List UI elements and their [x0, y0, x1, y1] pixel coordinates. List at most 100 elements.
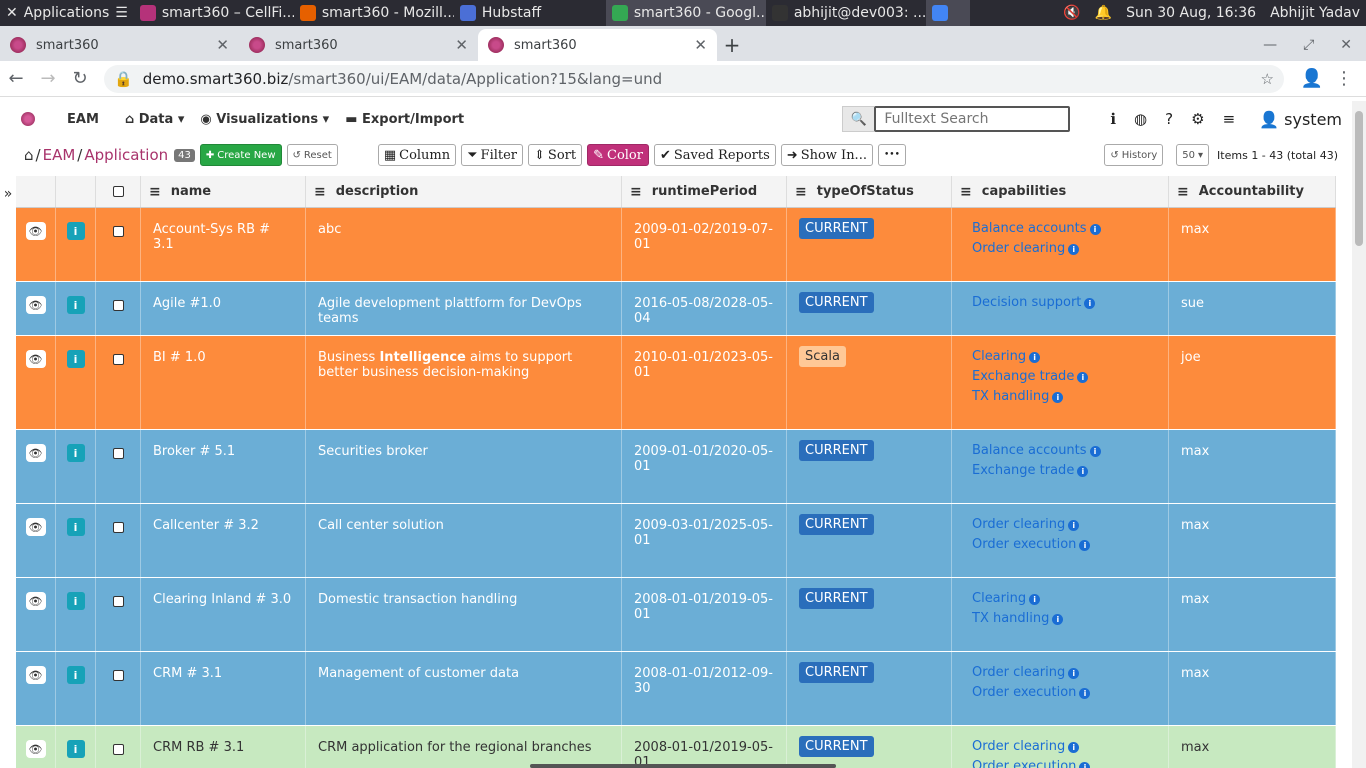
info-icon[interactable]: i: [1079, 762, 1091, 768]
capability-link[interactable]: Balance accounts i: [972, 219, 1156, 239]
fulltext-search-input[interactable]: [874, 106, 1071, 132]
nav-eam[interactable]: EAM: [67, 112, 99, 127]
tab-close-icon[interactable]: ✕: [455, 36, 468, 54]
bell-icon[interactable]: 🔔: [1095, 5, 1112, 21]
page-size-select[interactable]: 50 ▾: [1176, 144, 1210, 166]
column-menu-icon[interactable]: ≡: [630, 184, 642, 200]
column-menu-icon[interactable]: ≡: [960, 184, 972, 200]
capability-link[interactable]: Order clearing i: [972, 239, 1156, 259]
info-icon[interactable]: i: [1068, 668, 1080, 679]
capability-link[interactable]: Order clearing i: [972, 663, 1156, 683]
app-logo[interactable]: [21, 112, 35, 126]
name-cell[interactable]: Clearing Inland # 3.0: [141, 578, 306, 651]
info-icon[interactable]: i: [1079, 688, 1091, 699]
show-in-button[interactable]: ➜ Show In...: [780, 144, 873, 166]
header-status[interactable]: ≡ typeOfStatus: [787, 176, 952, 207]
forward-icon[interactable]: →: [32, 68, 64, 89]
info-icon[interactable]: i: [66, 222, 85, 240]
table-row[interactable]: 👁 i Broker # 5.1 Securities broker 2009-01-0…: [16, 430, 1336, 504]
info-icon[interactable]: i: [66, 740, 85, 758]
eye-icon[interactable]: 👁: [25, 518, 46, 536]
new-tab-button[interactable]: +: [717, 29, 747, 61]
tab-close-icon[interactable]: ✕: [694, 36, 707, 54]
header-description[interactable]: ≡ description: [306, 176, 622, 207]
help-icon[interactable]: ?: [1165, 110, 1173, 128]
table-row[interactable]: 👁 i CRM RB # 3.1 CRM application for the re…: [16, 726, 1336, 768]
applications-menu[interactable]: ✕ Applications ☰: [0, 0, 134, 26]
back-icon[interactable]: ←: [0, 68, 32, 89]
info-icon[interactable]: i: [66, 296, 85, 314]
menu-data[interactable]: ⌂ Data ▾: [125, 112, 184, 127]
header-name[interactable]: ≡ name: [141, 176, 306, 207]
taskbar-window[interactable]: abhijit@dev003: ...: [766, 0, 926, 26]
globe-icon[interactable]: ◍: [1134, 110, 1147, 128]
browser-tab[interactable]: smart360 ✕: [0, 29, 239, 61]
header-accountability[interactable]: ≡ Accountability: [1169, 176, 1336, 207]
capability-link[interactable]: Clearing i: [972, 589, 1156, 609]
capability-link[interactable]: Order clearing i: [972, 737, 1156, 757]
info-icon[interactable]: i: [66, 518, 85, 536]
info-icon[interactable]: i: [1068, 742, 1080, 753]
eye-icon[interactable]: 👁: [25, 740, 46, 758]
expand-panel-icon[interactable]: »: [0, 178, 16, 210]
info-icon[interactable]: i: [1068, 520, 1080, 531]
menu-export-import[interactable]: ▬ Export/Import: [345, 112, 464, 127]
filter-button[interactable]: ⏷ Filter: [461, 144, 524, 166]
crumb-eam[interactable]: EAM: [43, 146, 76, 164]
info-icon[interactable]: i: [1079, 540, 1091, 551]
vertical-scrollbar[interactable]: [1352, 101, 1366, 768]
table-row[interactable]: 👁 i Agile #1.0 Agile development plattform …: [16, 282, 1336, 336]
row-checkbox[interactable]: [112, 354, 124, 365]
taskbar-window[interactable]: Hubstaff: [454, 0, 604, 26]
column-menu-icon[interactable]: ≡: [314, 184, 326, 200]
close-window-icon[interactable]: ✕: [1340, 37, 1352, 53]
name-cell[interactable]: CRM # 3.1: [141, 652, 306, 725]
info-icon[interactable]: i: [1089, 446, 1101, 457]
column-button[interactable]: ▦ Column: [377, 144, 457, 166]
home-icon[interactable]: ⌂: [24, 146, 34, 164]
color-button[interactable]: ✎ Color: [587, 144, 649, 166]
sort-button[interactable]: ⇕ Sort: [528, 144, 583, 166]
info-icon[interactable]: i: [66, 666, 85, 684]
info-icon[interactable]: i: [66, 350, 85, 368]
eye-icon[interactable]: 👁: [25, 666, 46, 684]
column-menu-icon[interactable]: ≡: [795, 184, 807, 200]
horizontal-scrollbar[interactable]: [530, 764, 836, 768]
capability-link[interactable]: Order clearing i: [972, 515, 1156, 535]
info-icon[interactable]: i: [1029, 594, 1041, 605]
session-user[interactable]: Abhijit Yadav: [1270, 5, 1360, 21]
capability-link[interactable]: Exchange trade i: [972, 461, 1156, 481]
column-menu-icon[interactable]: ≡: [1177, 184, 1189, 200]
more-button[interactable]: •••: [877, 144, 906, 166]
name-cell[interactable]: Agile #1.0: [141, 282, 306, 335]
row-checkbox[interactable]: [112, 744, 124, 755]
select-all-checkbox[interactable]: [112, 186, 124, 197]
table-row[interactable]: 👁 i BI # 1.0 Business Intelligence aims to …: [16, 336, 1336, 430]
browser-menu-icon[interactable]: ⋮: [1328, 68, 1360, 89]
mute-icon[interactable]: 🔇: [1063, 5, 1080, 21]
eye-icon[interactable]: 👁: [25, 444, 46, 462]
row-checkbox[interactable]: [112, 448, 124, 459]
table-row[interactable]: 👁 i Callcenter # 3.2 Call center solution 20…: [16, 504, 1336, 578]
row-checkbox[interactable]: [112, 300, 124, 311]
capability-link[interactable]: TX handling i: [972, 387, 1156, 407]
bookmark-star-icon[interactable]: ☆: [1261, 70, 1274, 88]
row-checkbox[interactable]: [112, 522, 124, 533]
capability-link[interactable]: Order execution i: [972, 535, 1156, 555]
info-icon[interactable]: i: [1077, 372, 1089, 383]
header-select-all[interactable]: [96, 176, 141, 207]
taskbar-window[interactable]: smart360 - Googl...: [605, 0, 766, 26]
reload-icon[interactable]: ↻: [64, 68, 96, 89]
table-row[interactable]: 👁 i CRM # 3.1 Management of customer data 20…: [16, 652, 1336, 726]
info-icon[interactable]: i: [1068, 244, 1080, 255]
header-capabilities[interactable]: ≡ capabilities: [952, 176, 1169, 207]
row-checkbox[interactable]: [112, 596, 124, 607]
taskbar-window[interactable]: [925, 0, 970, 26]
capability-link[interactable]: Order execution i: [972, 683, 1156, 703]
settings-icon[interactable]: ⚙: [1191, 110, 1204, 128]
table-row[interactable]: 👁 i Account-Sys RB # 3.1 abc 2009-01-02/2019…: [16, 208, 1336, 282]
search-icon[interactable]: 🔍: [842, 106, 875, 132]
info-icon[interactable]: i: [1089, 224, 1101, 235]
name-cell[interactable]: CRM RB # 3.1: [141, 726, 306, 768]
taskbar-window[interactable]: smart360 – CellFi...: [134, 0, 294, 26]
